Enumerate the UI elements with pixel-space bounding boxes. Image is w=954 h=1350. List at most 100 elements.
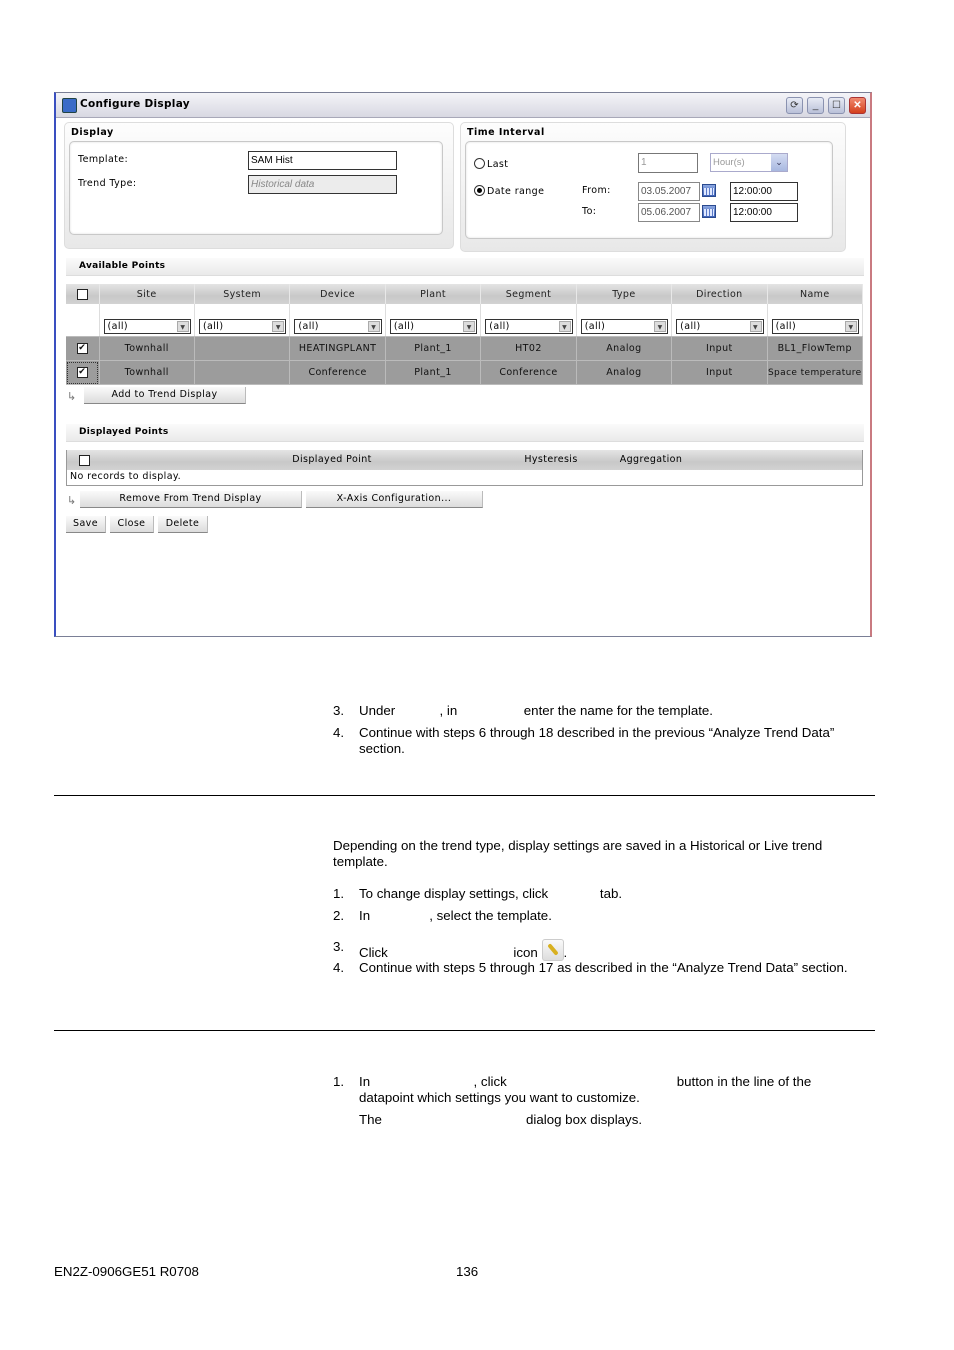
table-row[interactable]: ✔ Townhall HEATINGPLANT Plant_1 HT02 Ana… [66,336,864,361]
delete-button[interactable]: Delete [158,516,208,533]
empty-message: No records to display. [70,471,182,482]
available-points-header-row: Site System Device Plant Segment Type Di… [66,284,864,304]
displayed-points-header: Displayed Points [66,424,864,442]
wrench-icon [541,939,564,961]
filter-select[interactable]: (all) ▼ [103,319,191,334]
divider [54,795,875,796]
last-label: Last [487,159,509,170]
column-header[interactable]: Site [99,284,195,304]
maximize-button[interactable]: ☐ [828,97,845,114]
from-time-input[interactable]: 12:00:00 [730,182,798,201]
step-text: In , click button in the line of the dat… [359,1074,815,1105]
close-window-button[interactable]: ✕ [849,97,866,114]
filter-select[interactable]: (all) ▼ [198,319,287,334]
app-icon [62,98,77,113]
last-value-input[interactable]: 1 [638,153,698,173]
dropdown-arrow-icon: ▼ [654,321,667,332]
refresh-button[interactable]: ⟳ [786,97,803,114]
time-interval-body: Last 1 Hour(s) ⌄ Date range From: 03.05.… [465,141,833,239]
display-panel-body: Template: SAM Hist Trend Type: Historica… [69,141,443,235]
minimize-button[interactable]: _ [807,97,824,114]
step-number: 2. [333,908,345,923]
select-all-checkbox[interactable] [66,284,100,304]
step-text: To change display settings, click tab. [359,886,623,901]
to-date-input[interactable]: 05.06.2007 [638,203,700,222]
display-panel-title: Display [71,127,114,138]
column-header[interactable]: Direction [671,284,768,304]
filter-select[interactable]: (all) ▼ [485,319,573,334]
title-bar: Configure Display ⟳ _ ☐ ✕ [56,93,870,118]
step-text: In , select the template. [359,908,552,923]
available-points-header: Available Points [66,258,864,276]
calendar-icon[interactable] [702,205,716,218]
remove-from-trend-display-button[interactable]: Remove From Trend Display [80,491,302,508]
available-points-table: Site System Device Plant Segment Type Di… [66,284,864,385]
from-date-input[interactable]: 03.05.2007 [638,182,700,201]
step-text: Continue with steps 5 through 17 as desc… [359,960,848,975]
template-input[interactable]: SAM Hist [248,151,397,170]
column-header[interactable]: System [194,284,291,304]
last-radio[interactable] [474,158,485,169]
dropdown-arrow-icon: ▼ [176,321,189,332]
dropdown-arrow-icon: ▼ [463,321,476,332]
footer-doc-id: EN2Z-0906GE51 R0708 [54,1264,199,1279]
displayed-points-table: Displayed Point Hysteresis Aggregation N… [66,450,863,486]
template-label: Template: [78,154,129,165]
time-interval-panel: Time Interval Last 1 Hour(s) ⌄ Date rang… [460,122,846,252]
date-range-radio[interactable] [474,185,485,196]
step-number: 1. [333,886,345,901]
step-number: 4. [333,725,345,740]
divider [54,1030,875,1031]
step-number: 3. [333,939,345,954]
last-unit-select[interactable]: Hour(s) ⌄ [710,153,788,172]
last-unit-value: Hour(s) [713,157,745,168]
column-header[interactable]: Hysteresis [501,454,601,465]
dropdown-arrow-icon: ▼ [272,321,285,332]
column-header[interactable]: Segment [480,284,577,304]
to-label: To: [582,206,597,217]
filter-select[interactable]: (all) ▼ [771,319,859,334]
trend-type-input: Historical data [248,175,397,194]
time-interval-title: Time Interval [467,127,545,138]
arrow-icon: ↳ [67,391,77,403]
row-checkbox[interactable]: ✔ [66,360,100,385]
dropdown-arrow-icon: ▼ [367,321,380,332]
step-text: Under , in enter the name for the templa… [359,703,714,718]
table-row[interactable]: ✔ Townhall Conference Plant_1 Conference… [66,360,864,385]
dropdown-arrow-icon: ▼ [845,321,857,332]
step-text: Click icon . [359,939,567,961]
step-number: 4. [333,960,345,975]
footer-page-number: 136 [456,1264,479,1279]
add-to-trend-display-button[interactable]: Add to Trend Display [84,387,246,404]
filter-select[interactable]: (all) ▼ [676,319,764,334]
step-note: The dialog box displays. [359,1112,643,1127]
filter-select[interactable]: (all) ▼ [389,319,478,334]
calendar-icon[interactable] [702,184,716,197]
close-button[interactable]: Close [110,516,154,533]
displayed-points-header-row: Displayed Point Hysteresis Aggregation [67,450,862,470]
dropdown-arrow-icon: ▼ [749,321,762,332]
chevron-down-icon: ⌄ [771,154,787,171]
available-points-title: Available Points [79,261,166,271]
to-time-input[interactable]: 12:00:00 [730,203,798,222]
column-header[interactable]: Plant [385,284,482,304]
save-button[interactable]: Save [66,516,106,533]
column-header[interactable]: Aggregation [601,454,701,465]
column-header[interactable]: Type [576,284,673,304]
dropdown-arrow-icon: ▼ [558,321,571,332]
date-range-label: Date range [487,186,545,197]
from-label: From: [582,185,611,196]
step-text: Continue with steps 6 through 18 describ… [359,725,835,756]
column-header[interactable]: Device [289,284,386,304]
column-header[interactable]: Name [767,284,864,304]
row-checkbox[interactable]: ✔ [66,336,100,361]
arrow-icon: ↳ [67,495,77,507]
filter-row: (all) ▼ (all) ▼ (all) ▼ (all) ▼ (all) ▼ (all)… [66,304,864,337]
filter-select[interactable]: (all) ▼ [580,319,669,334]
trend-type-label: Trend Type: [78,178,137,189]
x-axis-configuration-button[interactable]: X-Axis Configuration... [306,491,483,508]
window-title: Configure Display [80,98,190,110]
step-number: 3. [333,703,345,718]
filter-select[interactable]: (all) ▼ [294,319,382,334]
intro-paragraph: Depending on the trend type, display set… [333,838,823,869]
